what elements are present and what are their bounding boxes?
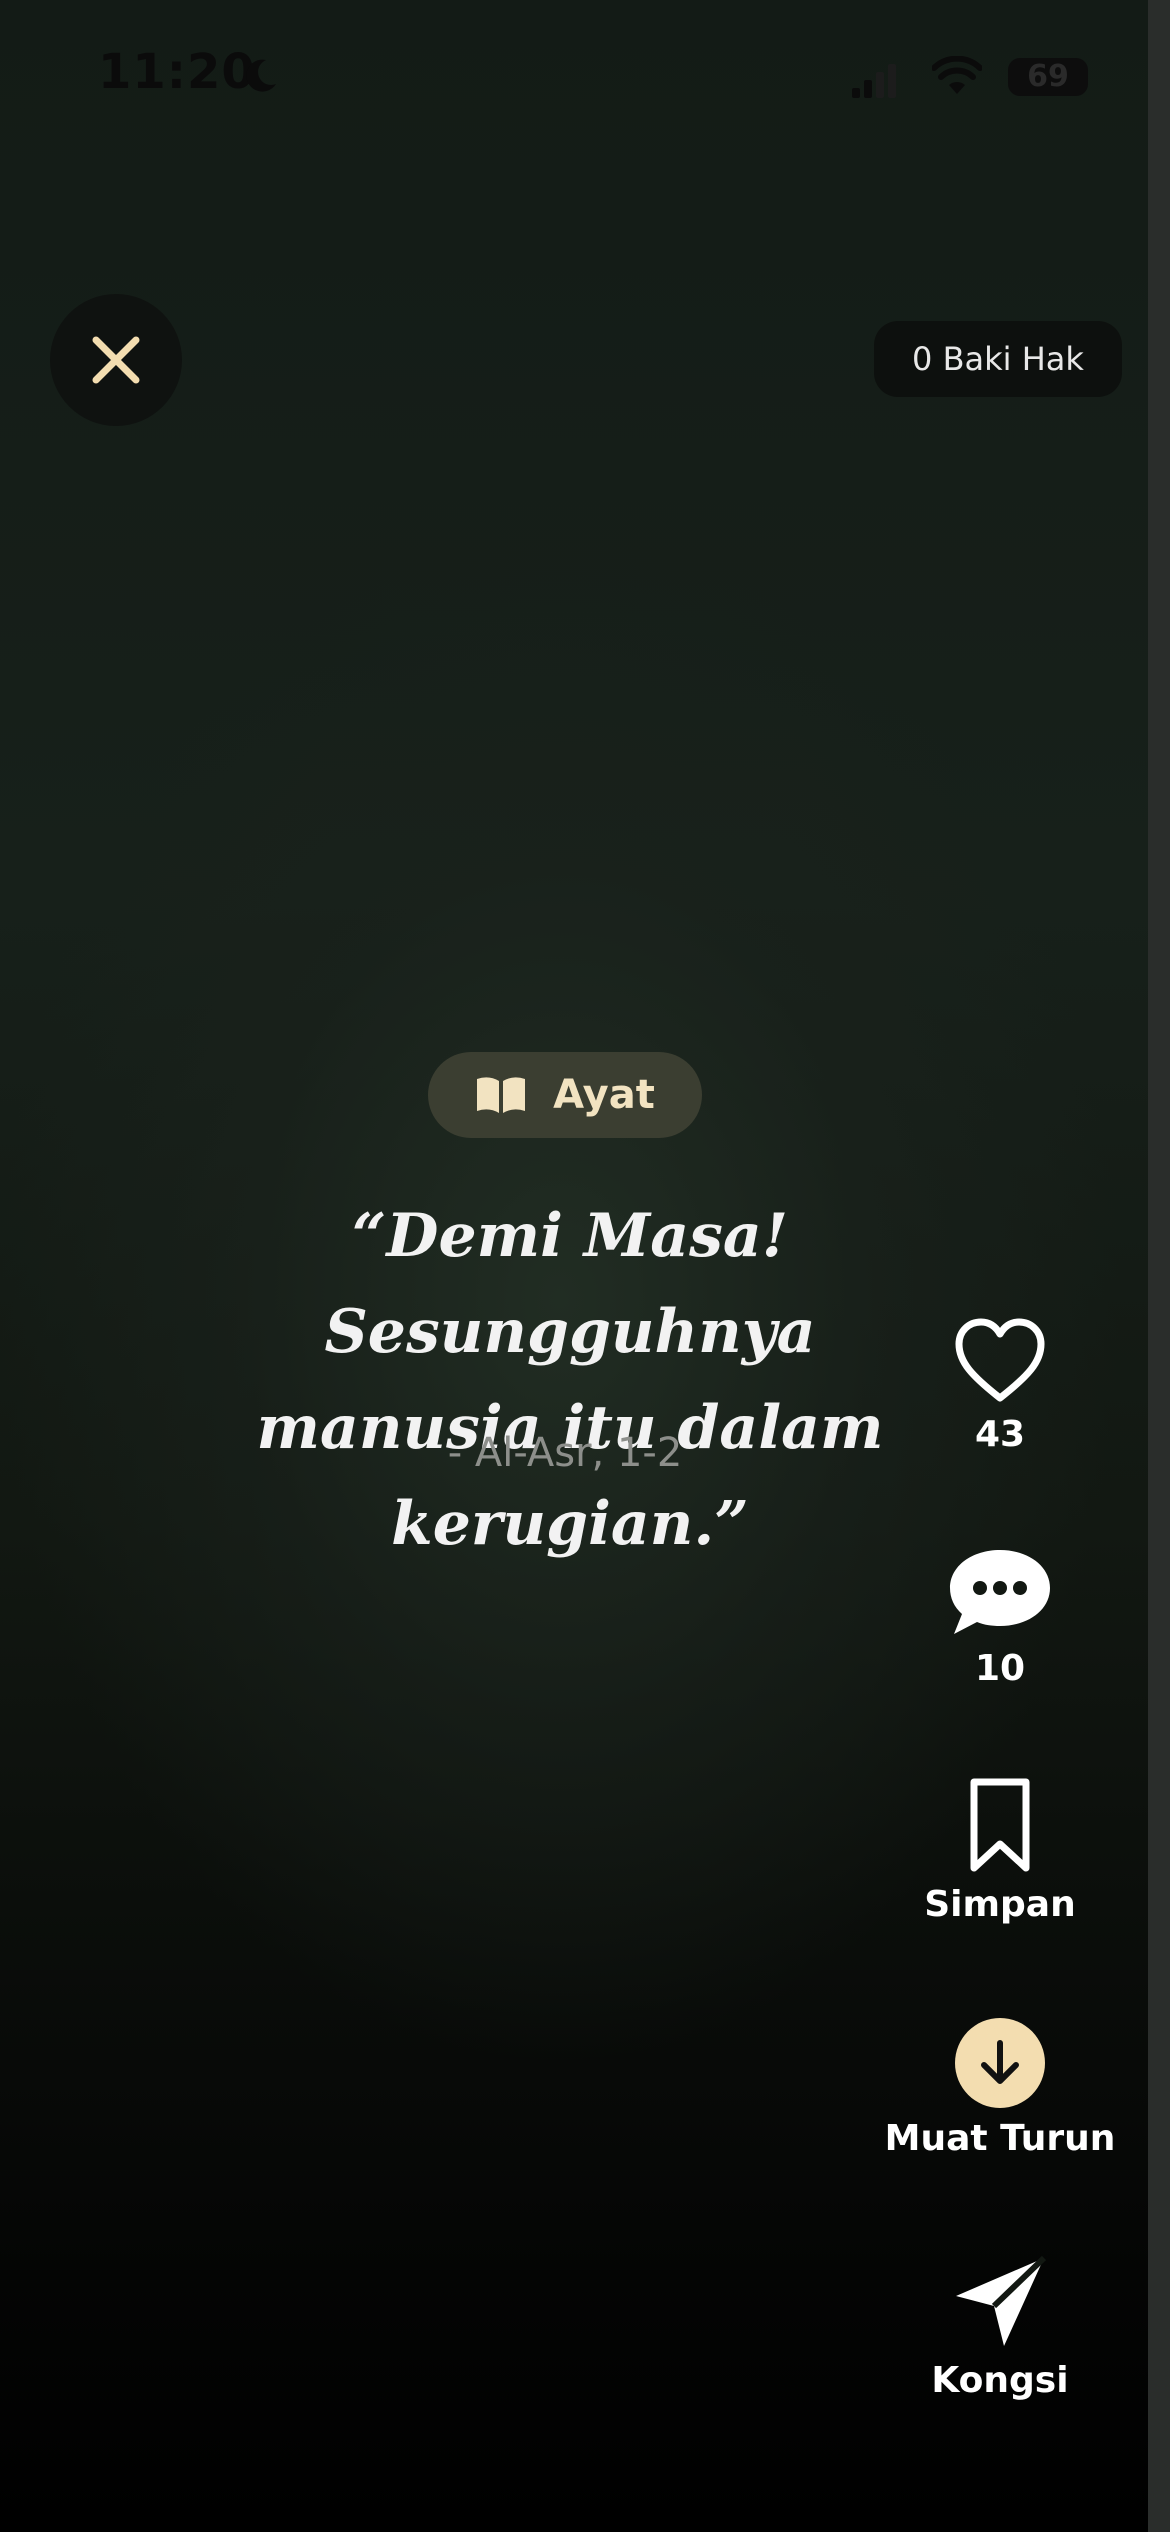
like-button[interactable]: 43: [840, 1318, 1160, 1455]
signal-icon: [852, 64, 896, 98]
close-button[interactable]: [50, 294, 182, 426]
download-button[interactable]: Muat Turun: [840, 2018, 1160, 2159]
wifi-icon: [932, 56, 982, 94]
save-label: Simpan: [924, 1884, 1076, 1925]
download-arrow-icon: [981, 2040, 1019, 2084]
share-button[interactable]: Kongsi: [840, 2254, 1160, 2401]
moon-icon: [246, 59, 276, 92]
heart-icon: [955, 1318, 1045, 1402]
download-label: Muat Turun: [884, 2118, 1116, 2159]
category-label: Ayat: [553, 1072, 655, 1118]
quote-reference: - Al-Asr, 1-2: [447, 1430, 683, 1476]
credit-balance-badge[interactable]: 0 Baki Hak: [874, 321, 1122, 397]
paper-plane-icon: [956, 2255, 1047, 2346]
share-label: Kongsi: [931, 2360, 1069, 2401]
bookmark-icon: [970, 1778, 1030, 1872]
close-icon: [92, 336, 140, 384]
comment-button[interactable]: 10: [840, 1546, 1160, 1689]
battery-icon: 69: [1008, 58, 1088, 96]
download-circle: [955, 2018, 1045, 2108]
comment-bubble-icon: [950, 1550, 1050, 1634]
comment-count: 10: [974, 1648, 1026, 1689]
book-icon: [477, 1077, 526, 1113]
category-badge: Ayat: [428, 1052, 702, 1138]
story-screen: 11:20 69 0 Baki Hak Ayat “Demi Masa! Ses…: [0, 0, 1170, 2532]
like-count: 43: [974, 1414, 1026, 1455]
save-button[interactable]: Simpan: [840, 1776, 1160, 1925]
status-time: 11:20: [98, 44, 256, 100]
